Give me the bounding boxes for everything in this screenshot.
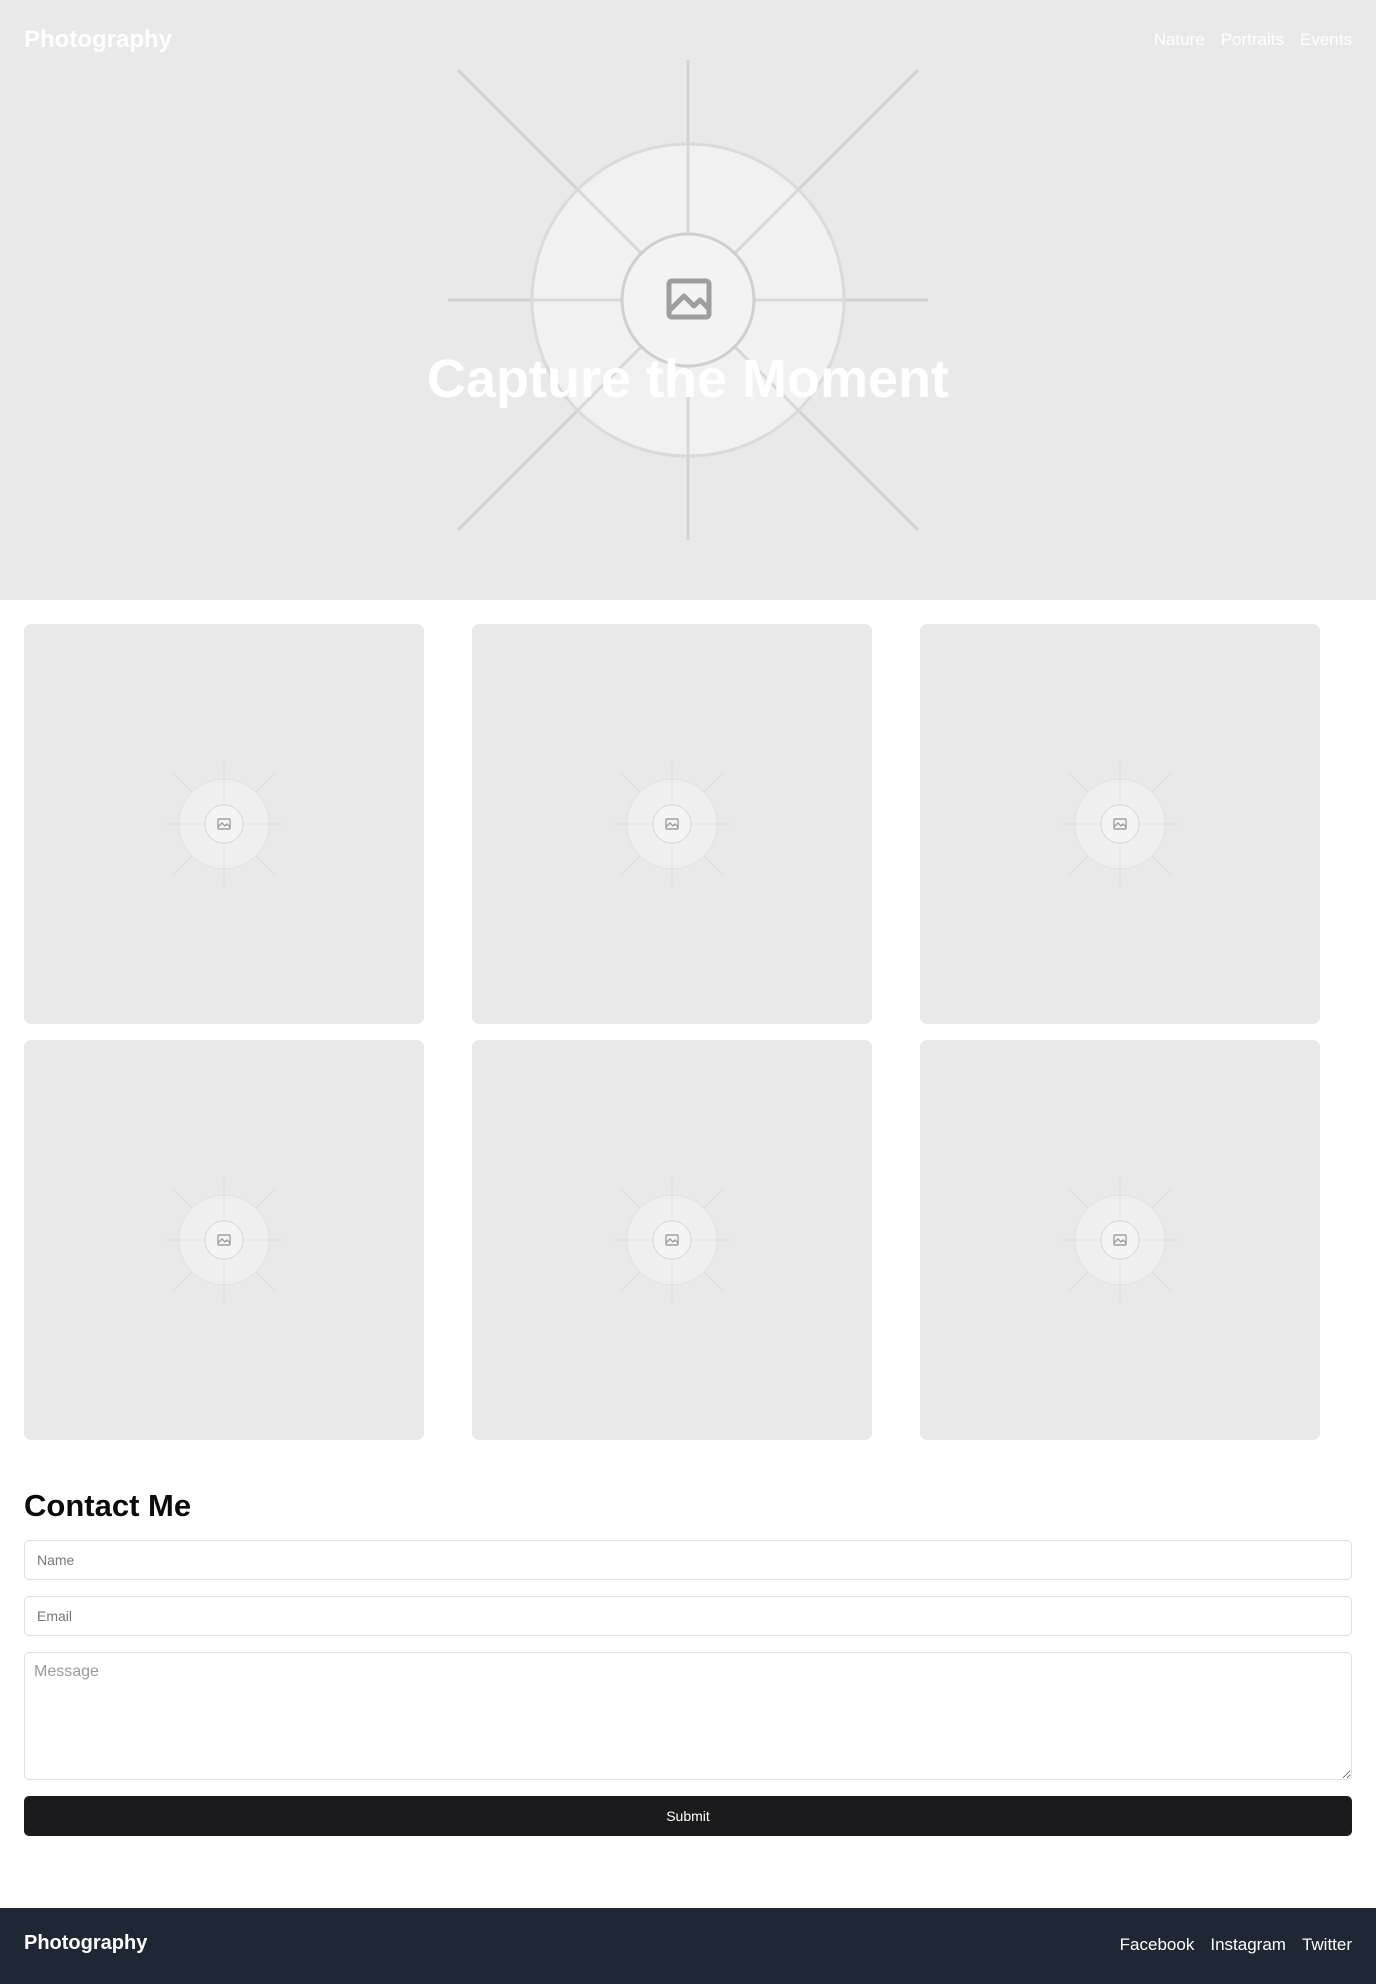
nav-item-events[interactable]: Events (1300, 30, 1352, 50)
contact-section: Contact Me Submit (24, 1486, 1352, 1836)
image-placeholder-icon (164, 764, 284, 884)
nav-item-nature[interactable]: Nature (1154, 30, 1205, 50)
submit-button[interactable]: Submit (24, 1796, 1352, 1836)
contact-title: Contact Me (24, 1488, 192, 1523)
photo-gallery (24, 624, 1324, 1440)
footer-link-facebook[interactable]: Facebook (1120, 1935, 1195, 1955)
image-placeholder-icon (1060, 1180, 1180, 1300)
gallery-tile-2[interactable] (472, 624, 872, 1024)
footer-link-twitter[interactable]: Twitter (1302, 1935, 1352, 1955)
message-textarea[interactable] (24, 1652, 1352, 1780)
hero-section: Photography Nature Portraits Events Capt… (0, 0, 1376, 600)
main-nav: Nature Portraits Events (1154, 30, 1352, 50)
footer-brand: Photography (24, 1932, 148, 1954)
gallery-tile-4[interactable] (24, 1040, 424, 1440)
image-placeholder-icon (612, 1180, 732, 1300)
image-placeholder-icon (612, 764, 732, 884)
image-placeholder-icon (1060, 764, 1180, 884)
gallery-tile-5[interactable] (472, 1040, 872, 1440)
gallery-tile-6[interactable] (920, 1040, 1320, 1440)
hero-title: Capture the Moment (426, 349, 950, 409)
nav-item-portraits[interactable]: Portraits (1221, 30, 1284, 50)
email-input[interactable] (24, 1596, 1352, 1636)
gallery-tile-1[interactable] (24, 624, 424, 1024)
image-placeholder-icon (164, 1180, 284, 1300)
gallery-tile-3[interactable] (920, 624, 1320, 1024)
image-placeholder-icon (448, 60, 928, 540)
top-navbar: Photography Nature Portraits Events (0, 0, 1376, 80)
name-input[interactable] (24, 1540, 1352, 1580)
site-footer: Photography Facebook Instagram Twitter (0, 1908, 1376, 1984)
footer-social-links: Facebook Instagram Twitter (1120, 1935, 1352, 1955)
brand-logo-link[interactable]: Photography (24, 26, 172, 54)
footer-link-instagram[interactable]: Instagram (1210, 1935, 1286, 1955)
